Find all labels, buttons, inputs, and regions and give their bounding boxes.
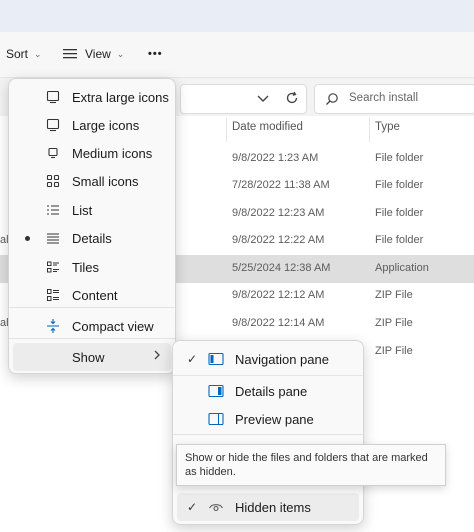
view-menu-item-details[interactable]: Details xyxy=(13,224,171,252)
list-icon xyxy=(43,200,63,220)
compact-view-icon xyxy=(43,316,63,336)
menu-item-label: Tiles xyxy=(72,259,99,275)
menu-item-label: Large icons xyxy=(72,117,140,133)
show-menu-item-details-pane[interactable]: Details pane xyxy=(177,377,359,405)
view-menu-item-list[interactable]: List xyxy=(13,196,171,224)
row-date: 7/28/2022 11:38 AM xyxy=(232,179,330,191)
checkmark-icon: ✓ xyxy=(187,500,198,514)
row-type: File folder xyxy=(375,152,424,164)
menu-item-label: Compact view xyxy=(72,318,154,334)
column-header-type[interactable]: Type xyxy=(375,121,400,139)
view-menu-item-tiles[interactable]: Tiles xyxy=(13,253,171,281)
command-bar: Sort ⌄ View ⌄ ••• xyxy=(0,32,474,78)
chevron-down-icon[interactable] xyxy=(257,94,269,104)
menu-item-label: Extra large icons xyxy=(72,89,169,105)
checkmark-icon: ✓ xyxy=(187,352,198,366)
monitor-icon xyxy=(43,87,63,107)
monitor-icon xyxy=(43,115,63,135)
content-icon xyxy=(43,285,63,305)
row-date: 9/8/2022 12:22 AM xyxy=(232,234,325,246)
row-date: 9/8/2022 12:12 AM xyxy=(232,289,325,301)
show-submenu: ✓ Navigation pane Details pane Preview pane… xyxy=(172,340,364,525)
refresh-icon[interactable] xyxy=(285,91,299,105)
menu-item-label: Content xyxy=(72,287,118,303)
menu-item-label: Medium icons xyxy=(72,145,153,161)
row-date: 9/8/2022 12:23 AM xyxy=(232,207,325,219)
search-box[interactable]: Search install xyxy=(314,84,474,114)
more-icon: ••• xyxy=(148,48,163,60)
view-menu: Extra large icons Large icons Medium icons… xyxy=(8,78,176,374)
menu-item-label: Details xyxy=(72,230,112,246)
show-menu-item-preview-pane[interactable]: Preview pane xyxy=(177,405,359,433)
menu-item-label: Details pane xyxy=(235,383,308,399)
view-menu-item-compact-view[interactable]: Compact view xyxy=(13,312,171,340)
preview-pane-icon xyxy=(206,409,226,429)
row-type: ZIP File xyxy=(375,317,413,329)
menu-item-label: Navigation pane xyxy=(235,351,329,367)
menu-separator xyxy=(173,434,363,435)
view-menu-item-extra-large-icons[interactable]: Extra large icons xyxy=(13,83,171,111)
menu-item-label: Show xyxy=(72,349,105,365)
column-header-date-modified[interactable]: Date modified xyxy=(232,121,303,139)
tooltip: Show or hide the files and folders that … xyxy=(176,444,446,486)
menu-separator xyxy=(173,375,363,376)
view-icon xyxy=(63,49,77,59)
navigation-pane-icon xyxy=(206,349,226,369)
details-icon xyxy=(43,228,63,248)
eye-icon xyxy=(206,497,226,517)
column-divider xyxy=(226,118,227,142)
row-date: 5/25/2024 12:38 AM xyxy=(232,262,331,274)
view-menu-item-medium-icons[interactable]: Medium icons xyxy=(13,139,171,167)
chevron-down-icon: ⌄ xyxy=(116,48,125,59)
more-options-button[interactable]: ••• xyxy=(148,32,163,76)
row-type: Application xyxy=(375,262,429,274)
sort-label: Sort xyxy=(6,47,29,61)
menu-separator xyxy=(9,307,175,308)
menu-item-label: List xyxy=(72,202,93,218)
show-menu-item-hidden-items[interactable]: ✓ Hidden items xyxy=(177,493,359,521)
view-button[interactable]: View ⌄ xyxy=(62,32,124,76)
column-divider xyxy=(369,118,370,142)
chevron-right-icon xyxy=(153,349,161,364)
window-title-strip xyxy=(0,0,474,32)
menu-separator xyxy=(9,338,175,339)
menu-item-label: Small icons xyxy=(72,173,139,189)
row-type: ZIP File xyxy=(375,345,413,357)
menu-item-label: Preview pane xyxy=(235,411,314,427)
row-date: 9/8/2022 12:14 AM xyxy=(232,317,325,329)
row-type: File folder xyxy=(375,207,424,219)
show-menu-item-navigation-pane[interactable]: ✓ Navigation pane xyxy=(177,345,359,373)
row-type: ZIP File xyxy=(375,289,413,301)
row-type: File folder xyxy=(375,234,424,246)
address-bar[interactable] xyxy=(180,84,307,114)
grid-icon xyxy=(43,171,63,191)
selected-bullet-icon xyxy=(25,235,30,241)
row-date: 9/8/2022 1:23 AM xyxy=(232,152,319,164)
view-menu-item-large-icons[interactable]: Large icons xyxy=(13,111,171,139)
menu-item-label: Hidden items xyxy=(235,499,311,515)
view-menu-item-small-icons[interactable]: Small icons xyxy=(13,167,171,195)
chevron-down-icon: ⌄ xyxy=(34,48,42,59)
view-menu-item-show[interactable]: Show xyxy=(13,343,171,371)
search-input[interactable]: Search install xyxy=(349,92,418,104)
monitor-small-icon xyxy=(43,143,63,163)
search-icon xyxy=(326,93,338,105)
view-label: View xyxy=(85,47,111,61)
tiles-icon xyxy=(43,257,63,277)
view-menu-item-content[interactable]: Content xyxy=(13,281,171,309)
row-type: File folder xyxy=(375,179,424,191)
sort-button[interactable]: Sort ⌄ xyxy=(6,32,42,76)
details-pane-icon xyxy=(206,381,226,401)
